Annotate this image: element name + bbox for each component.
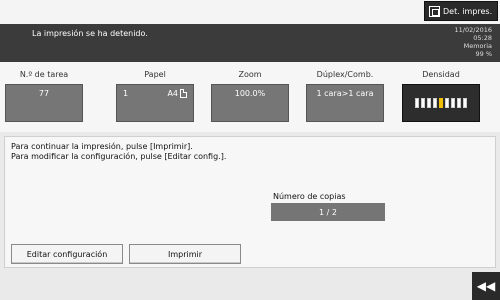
job-number-label: N.º de tarea (19, 70, 69, 79)
density-segment (427, 98, 431, 108)
portrait-page-icon (180, 89, 187, 98)
date-text: 11/02/2016 (454, 26, 492, 34)
time-text: 05:28 (473, 34, 492, 42)
duplex-param: Dúplex/Comb. 1 cara>1 cara (306, 70, 384, 122)
clock-panel: 11/02/2016 05:28 Memoria 99 % (432, 26, 492, 58)
instruction-line-2: Para modificar la configuración, pulse [… (11, 152, 227, 161)
density-segment (451, 98, 455, 108)
density-label: Densidad (422, 70, 460, 79)
zoom-value: 100.0% (211, 84, 289, 122)
fast-forward-icon: ◀◀ (476, 279, 496, 293)
job-number-param: N.º de tarea 77 (5, 70, 83, 122)
density-segment (463, 98, 467, 108)
density-segment (415, 98, 419, 108)
density-meter (402, 84, 480, 122)
job-parameters: N.º de tarea 77 Papel 1 A4 Zoom 100.0% D… (0, 62, 500, 132)
paper-label: Papel (144, 70, 166, 79)
copies-value: 1 / 2 (271, 203, 385, 221)
print-details-button[interactable]: Det. impres. (424, 1, 498, 21)
duplex-label: Dúplex/Comb. (316, 70, 374, 79)
fast-forward-button[interactable]: ◀◀ (472, 272, 500, 300)
edit-settings-button[interactable]: Editar configuración (11, 244, 123, 264)
print-button[interactable]: Imprimir (129, 244, 241, 264)
duplex-value: 1 cara>1 cara (306, 84, 384, 122)
density-segment (439, 98, 443, 108)
top-bar: Det. impres. (0, 0, 500, 24)
paper-value: 1 A4 (116, 84, 194, 122)
print-details-label: Det. impres. (443, 6, 493, 16)
job-number-value: 77 (5, 84, 83, 122)
paper-tray: 1 (123, 89, 129, 98)
zoom-param: Zoom 100.0% (211, 70, 289, 122)
density-param: Densidad (402, 70, 480, 122)
zoom-label: Zoom (238, 70, 262, 79)
memory-value: 99 % (475, 50, 492, 58)
paper-param: Papel 1 A4 (116, 70, 194, 122)
instruction-line-1: Para continuar la impresión, pulse [Impr… (11, 142, 193, 151)
status-message: La impresión se ha detenido. (32, 29, 148, 38)
density-segment (421, 98, 425, 108)
density-segment (457, 98, 461, 108)
memory-label: Memoria (463, 42, 492, 50)
density-segment (433, 98, 437, 108)
message-panel: Para continuar la impresión, pulse [Impr… (4, 136, 496, 268)
print-details-icon (429, 5, 440, 17)
density-segment (445, 98, 449, 108)
paper-size: A4 (167, 89, 178, 98)
copies-label: Número de copias (273, 192, 346, 201)
status-bar: La impresión se ha detenido. 11/02/2016 … (0, 24, 500, 62)
paper-size-group: A4 (167, 89, 187, 121)
